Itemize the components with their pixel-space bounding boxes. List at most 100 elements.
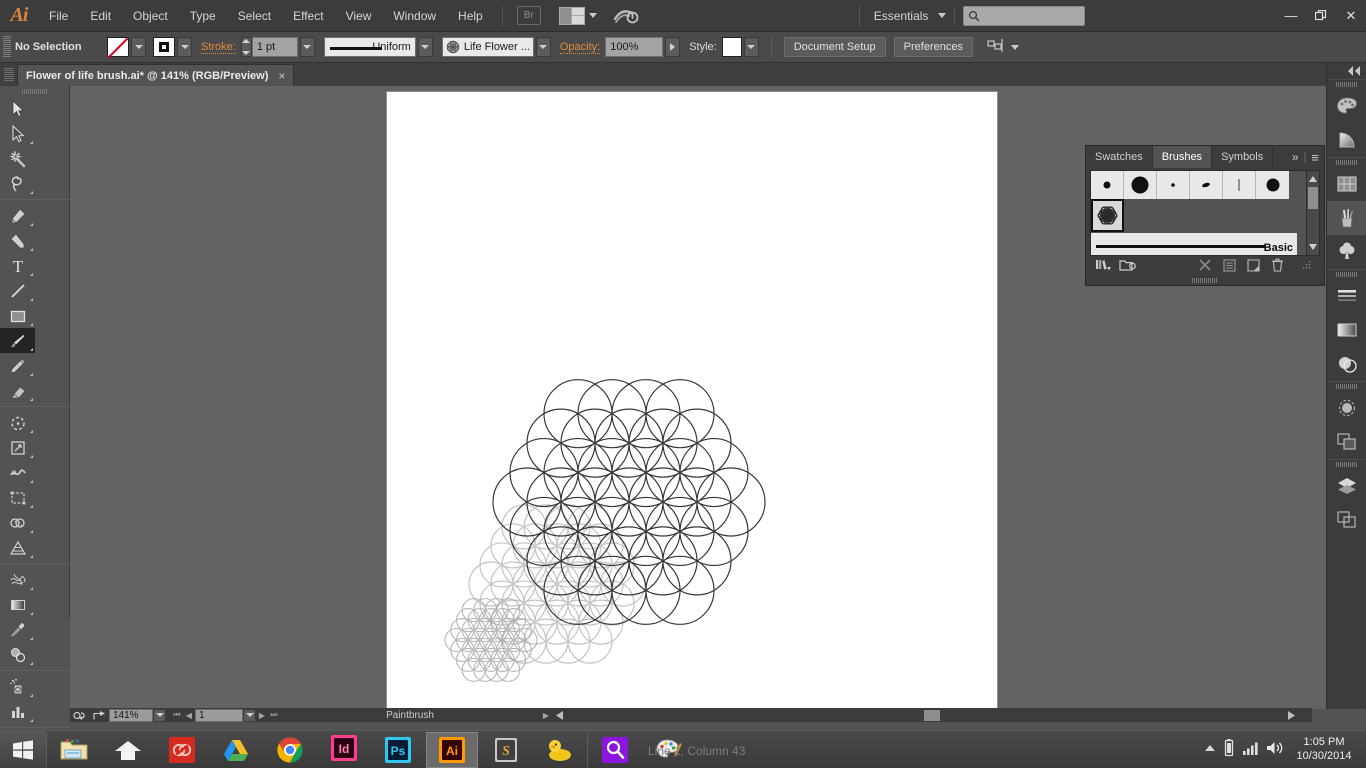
brush-row-basic[interactable]: Basic — [1091, 233, 1297, 255]
panel-resize-grip[interactable] — [1296, 256, 1318, 274]
share-on-behance-icon[interactable] — [90, 708, 109, 722]
battery-icon[interactable] — [1222, 738, 1236, 761]
paintbrush-tool[interactable] — [0, 328, 35, 353]
expand-panel-icon[interactable]: » — [1292, 150, 1299, 164]
menu-effect[interactable]: Effect — [282, 0, 334, 32]
brushes-panel-scrollbar[interactable] — [1306, 170, 1320, 256]
stroke-color-swatch[interactable] — [153, 37, 175, 57]
graphic-styles-panel-icon[interactable] — [1327, 425, 1366, 459]
menu-help[interactable]: Help — [447, 0, 494, 32]
eyedropper-tool[interactable] — [0, 617, 35, 642]
swatches-panel-icon[interactable] — [1327, 167, 1366, 201]
bridge-button[interactable]: Br — [517, 6, 541, 25]
dock-group-grip[interactable] — [1327, 270, 1366, 279]
graphic-style-dropdown[interactable] — [744, 37, 759, 57]
arrange-documents-button[interactable] — [541, 7, 597, 25]
artboards-panel-icon[interactable] — [1327, 503, 1366, 537]
duck-taskbar-button[interactable] — [534, 732, 586, 768]
close-button[interactable]: ✕ — [1336, 0, 1366, 32]
brushes-panel-icon[interactable] — [1327, 201, 1366, 235]
eraser-tool[interactable] — [0, 378, 35, 403]
brush-libraries-menu-button[interactable] — [1092, 256, 1114, 274]
symbols-panel-icon[interactable] — [1327, 235, 1366, 269]
menu-object[interactable]: Object — [122, 0, 179, 32]
mesh-tool[interactable] — [0, 567, 35, 592]
stock-behance-icon[interactable] — [613, 6, 639, 26]
column-graph-tool[interactable] — [0, 699, 35, 724]
zoom-level-input[interactable]: 141% — [109, 709, 153, 722]
lasso-tool[interactable] — [0, 171, 35, 196]
workspace-switcher[interactable]: Essentials — [868, 9, 947, 23]
symbol-sprayer-tool[interactable] — [0, 674, 35, 699]
last-artboard-button[interactable]: ⏭ — [268, 709, 280, 722]
gradient-panel-icon[interactable] — [1327, 313, 1366, 347]
brush-round-20pt[interactable] — [1124, 171, 1157, 199]
brush-calligraphic-small[interactable] — [1157, 171, 1190, 199]
tools-panel-grip[interactable] — [0, 86, 69, 96]
document-tab[interactable]: Flower of life brush.ai* @ 141% (RGB/Pre… — [17, 64, 294, 86]
brushes-list[interactable]: Basic — [1090, 170, 1310, 256]
add-anchor-point-tool[interactable] — [0, 228, 35, 253]
fill-color-swatch[interactable] — [107, 37, 129, 57]
align-options-icon[interactable] — [987, 38, 1005, 57]
stroke-weight-input[interactable]: 1 pt — [252, 37, 298, 57]
collapse-dock-button[interactable] — [1327, 63, 1366, 79]
brush-round-15pt[interactable] — [1256, 171, 1289, 199]
rotate-tool[interactable] — [0, 410, 35, 435]
menu-window[interactable]: Window — [382, 0, 447, 32]
brush-options-button[interactable] — [1218, 256, 1240, 274]
status-bar-menu-button[interactable]: ▶ — [540, 709, 552, 722]
menu-view[interactable]: View — [335, 0, 383, 32]
transparency-panel-icon[interactable] — [1327, 347, 1366, 381]
brush-basic-round-5pt[interactable] — [1091, 171, 1124, 199]
scroll-right-arrow-icon[interactable] — [1284, 708, 1298, 722]
artboard-number-dropdown[interactable] — [243, 709, 256, 722]
brush-definition-dropdown[interactable] — [536, 37, 551, 57]
panel-menu-icon[interactable]: ≡ — [1311, 150, 1319, 165]
menu-type[interactable]: Type — [179, 0, 227, 32]
volume-icon[interactable] — [1266, 740, 1284, 759]
show-hidden-icons-button[interactable] — [1204, 743, 1216, 756]
sublime-text-taskbar-button[interactable]: S — [480, 732, 532, 768]
search-input[interactable] — [963, 6, 1085, 26]
color-panel-icon[interactable] — [1327, 89, 1366, 123]
rectangle-tool[interactable] — [0, 303, 35, 328]
google-drive-taskbar-button[interactable] — [210, 732, 262, 768]
previous-artboard-button[interactable]: ◀ — [183, 709, 195, 722]
dock-group-grip[interactable] — [1327, 158, 1366, 167]
menu-file[interactable]: File — [38, 0, 79, 32]
restore-button[interactable] — [1306, 0, 1336, 32]
layers-panel-icon[interactable] — [1327, 469, 1366, 503]
tab-brushes[interactable]: Brushes — [1153, 146, 1212, 168]
dock-group-grip[interactable] — [1327, 80, 1366, 89]
dock-group-grip[interactable] — [1327, 460, 1366, 469]
brush-definition-selector[interactable]: Life Flower ... — [442, 37, 534, 57]
taskbar-clock[interactable]: 1:05 PM 10/30/2014 — [1290, 735, 1358, 763]
selection-tool[interactable] — [0, 96, 35, 121]
canvas-horizontal-scrollbar[interactable] — [552, 708, 1312, 722]
dock-group-grip[interactable] — [1327, 382, 1366, 391]
zoom-level-dropdown[interactable] — [153, 709, 166, 722]
artboard-number-input[interactable]: 1 — [195, 709, 243, 722]
line-segment-tool[interactable] — [0, 278, 35, 303]
type-tool[interactable]: T — [0, 253, 35, 278]
preflight-icon[interactable] — [70, 708, 90, 722]
stroke-panel-icon[interactable] — [1327, 279, 1366, 313]
next-artboard-button[interactable]: ▶ — [256, 709, 268, 722]
brush-calligraphic-thin[interactable] — [1223, 171, 1256, 199]
indesign-taskbar-button[interactable]: Id — [318, 732, 370, 768]
magic-wand-tool[interactable] — [0, 146, 35, 171]
stroke-profile-selector[interactable]: Uniform — [324, 37, 416, 57]
pen-tool[interactable] — [0, 203, 35, 228]
network-signal-icon[interactable] — [1242, 740, 1260, 759]
delete-brush-button[interactable] — [1266, 256, 1288, 274]
perspective-grid-tool[interactable] — [0, 535, 35, 560]
brushes-panel-drag-grip[interactable] — [1086, 276, 1324, 285]
start-button[interactable] — [0, 731, 46, 768]
stroke-color-dropdown[interactable] — [177, 37, 192, 57]
stroke-weight-dropdown[interactable] — [300, 37, 315, 57]
file-explorer-taskbar-button[interactable] — [48, 732, 100, 768]
creative-cloud-taskbar-button[interactable] — [156, 732, 208, 768]
minimize-button[interactable]: — — [1276, 0, 1306, 32]
scale-tool[interactable] — [0, 435, 35, 460]
